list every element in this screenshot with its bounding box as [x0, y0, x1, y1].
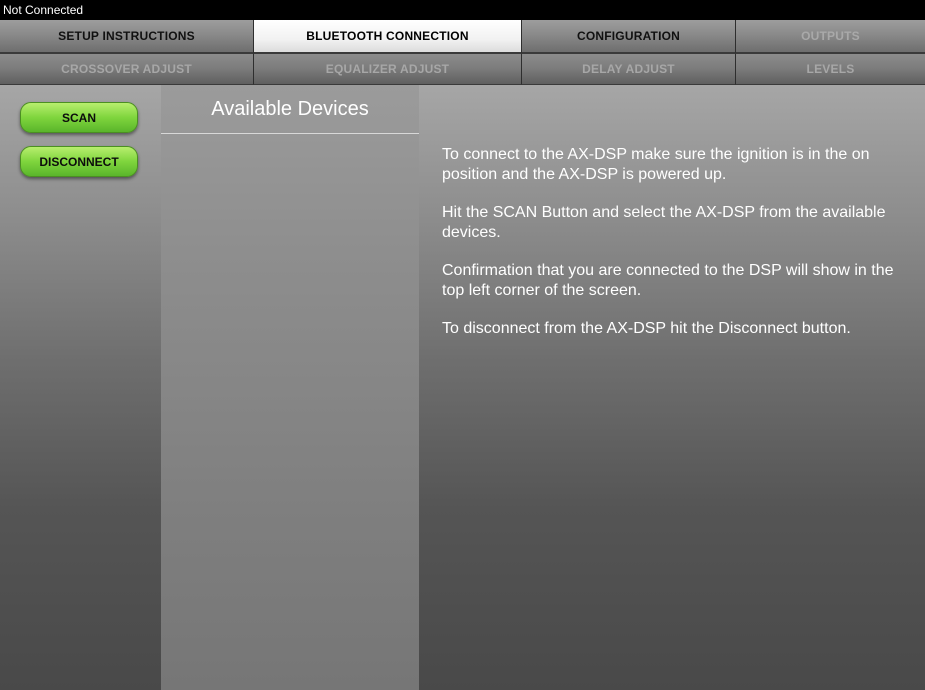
available-devices-title: Available Devices	[161, 85, 419, 134]
disconnect-button[interactable]: DISCONNECT	[20, 146, 138, 177]
tab-equalizer-adjust[interactable]: EQUALIZER ADJUST	[254, 54, 522, 85]
connection-instructions: To connect to the AX-DSP make sure the i…	[442, 145, 920, 357]
tab-delay-adjust[interactable]: DELAY ADJUST	[522, 54, 736, 85]
scan-button[interactable]: SCAN	[20, 102, 138, 133]
instruction-paragraph: To disconnect from the AX-DSP hit the Di…	[442, 320, 851, 337]
app-window: Not Connected SETUP INSTRUCTIONS BLUETOO…	[0, 0, 925, 690]
tab-setup-instructions[interactable]: SETUP INSTRUCTIONS	[0, 20, 254, 54]
tab-crossover-adjust[interactable]: CROSSOVER ADJUST	[0, 54, 254, 85]
adjust-tab-bar: CROSSOVER ADJUST EQUALIZER ADJUST DELAY …	[0, 54, 925, 85]
tab-levels[interactable]: LEVELS	[736, 54, 925, 85]
instruction-paragraph: To connect to the AX-DSP make sure the i…	[442, 146, 870, 183]
connection-status: Not Connected	[0, 0, 925, 20]
tab-outputs[interactable]: OUTPUTS	[736, 20, 925, 54]
tab-bluetooth-connection[interactable]: BLUETOOTH CONNECTION	[254, 20, 522, 54]
bluetooth-page: SCAN DISCONNECT Available Devices To con…	[0, 85, 925, 690]
instruction-paragraph: Confirmation that you are connected to t…	[442, 262, 894, 299]
main-tab-bar: SETUP INSTRUCTIONS BLUETOOTH CONNECTION …	[0, 20, 925, 54]
tab-configuration[interactable]: CONFIGURATION	[522, 20, 736, 54]
instruction-paragraph: Hit the SCAN Button and select the AX-DS…	[442, 204, 886, 241]
available-devices-panel: Available Devices	[161, 85, 419, 690]
